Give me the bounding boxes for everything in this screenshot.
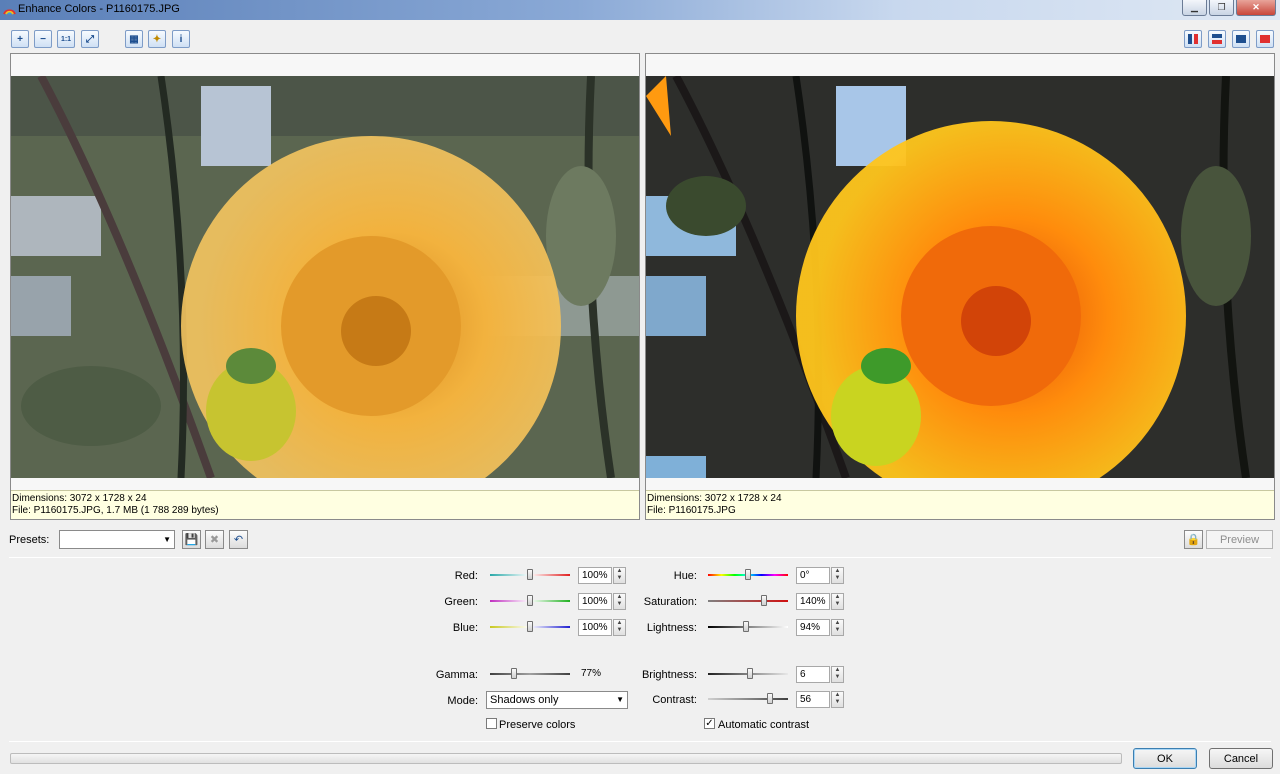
hsl-label-2: Lightness: xyxy=(646,622,697,634)
original-image[interactable] xyxy=(11,76,639,478)
ok-button[interactable]: OK xyxy=(1133,748,1197,769)
hsl-label-1: Saturation: xyxy=(643,596,697,608)
brightness-input[interactable]: 6 xyxy=(796,666,830,683)
save-icon: 💾 xyxy=(184,534,199,546)
chevron-down-icon: ▼ xyxy=(616,695,624,704)
original-image-panel: Dimensions: 3072 x 1728 x 24 File: P1160… xyxy=(10,53,640,520)
actual-size-button[interactable]: 1:1 xyxy=(57,30,75,48)
contrast-slider-thumb[interactable] xyxy=(767,693,774,704)
window-title: Enhance Colors - P1160175.JPG xyxy=(18,3,180,15)
save-preset-button[interactable]: 💾 xyxy=(182,530,201,549)
restore-button[interactable]: ❐ xyxy=(1209,0,1234,16)
zoom-out-icon: − xyxy=(40,33,46,45)
stacked-view-icon xyxy=(1212,34,1222,44)
rgb-slider-thumb-0[interactable] xyxy=(527,569,533,580)
preserve-colors-label[interactable]: Preserve colors xyxy=(499,719,575,731)
brightness-slider-thumb[interactable] xyxy=(747,668,754,679)
close-button[interactable]: ✕ xyxy=(1236,0,1276,16)
hsl-spinner-0[interactable]: ▲ ▼ xyxy=(831,567,844,584)
separator xyxy=(9,557,1271,558)
image-view-button[interactable]: ▦ xyxy=(125,30,143,48)
reset-button[interactable]: ↶ xyxy=(229,530,248,549)
hsl-value-input-0[interactable]: 0° xyxy=(796,567,830,584)
mode-value: Shadows only xyxy=(490,694,559,706)
lock-icon: 🔒 xyxy=(1186,534,1201,546)
preserve-colors-checkbox[interactable] xyxy=(486,718,497,729)
original-file-text: File: P1160175.JPG, 1.7 MB (1 788 289 by… xyxy=(12,505,219,516)
hsl-spinner-1[interactable]: ▲ ▼ xyxy=(831,593,844,610)
side-by-side-view-button[interactable] xyxy=(1184,30,1202,48)
hsl-slider-thumb-2[interactable] xyxy=(742,621,749,632)
zoom-in-button[interactable]: + xyxy=(11,30,29,48)
result-view-icon xyxy=(1260,35,1270,43)
mode-label: Mode: xyxy=(447,695,478,707)
hsl-spinner-2[interactable]: ▲ ▼ xyxy=(831,619,844,636)
image-view-icon: ▦ xyxy=(129,33,139,45)
actual-size-icon: 1:1 xyxy=(60,35,72,43)
rgb-label-2: Blue: xyxy=(452,622,478,634)
title-bar: Enhance Colors - P1160175.JPG ▁ ❐ ✕ xyxy=(0,0,1280,20)
contrast-slider[interactable] xyxy=(708,698,788,700)
side-by-side-icon xyxy=(1188,34,1198,44)
info-button[interactable]: i xyxy=(172,30,190,48)
rgb-label-1: Green: xyxy=(444,596,478,608)
chevron-down-icon: ▼ xyxy=(163,535,171,544)
zoom-in-icon: + xyxy=(17,33,23,45)
gamma-slider-thumb[interactable] xyxy=(511,668,517,679)
brightness-label: Brightness: xyxy=(641,669,697,681)
rgb-slider-thumb-1[interactable] xyxy=(527,595,533,606)
progress-bar xyxy=(10,753,1122,764)
automatic-contrast-checkbox[interactable]: ✓ xyxy=(704,718,715,729)
presets-label: Presets: xyxy=(9,534,50,546)
hsl-value-input-1[interactable]: 140% xyxy=(796,593,830,610)
preview-button[interactable]: Preview xyxy=(1206,530,1273,549)
contrast-input[interactable]: 56 xyxy=(796,691,830,708)
result-image[interactable] xyxy=(646,76,1274,478)
mode-dropdown[interactable]: Shadows only ▼ xyxy=(486,691,628,709)
hsl-value-input-2[interactable]: 94% xyxy=(796,619,830,636)
fit-window-button[interactable]: ⤢ xyxy=(81,30,99,48)
rgb-label-0: Red: xyxy=(454,570,478,582)
delete-preset-button[interactable]: ✖ xyxy=(205,530,224,549)
hsl-label-0: Hue: xyxy=(673,570,697,582)
app-rainbow-icon xyxy=(3,9,16,15)
fit-to-window-icon: ⤢ xyxy=(86,33,94,45)
result-image-panel: Dimensions: 3072 x 1728 x 24 File: P1160… xyxy=(645,53,1275,520)
brightness-spinner[interactable]: ▲ ▼ xyxy=(831,666,844,683)
result-info-bar: Dimensions: 3072 x 1728 x 24 File: P1160… xyxy=(646,490,1274,519)
zoom-out-button[interactable]: − xyxy=(34,30,52,48)
contrast-spinner[interactable]: ▲ ▼ xyxy=(831,691,844,708)
gamma-slider[interactable] xyxy=(490,673,570,675)
rgb-slider-thumb-2[interactable] xyxy=(527,621,533,632)
result-only-view-button[interactable] xyxy=(1256,30,1274,48)
lock-preview-button[interactable]: 🔒 xyxy=(1184,530,1203,549)
presets-dropdown[interactable]: ▼ xyxy=(59,530,175,549)
hsl-slider-1[interactable] xyxy=(708,600,788,602)
bottom-separator xyxy=(9,741,1271,742)
cancel-button[interactable]: Cancel xyxy=(1209,748,1273,769)
automatic-contrast-label[interactable]: Automatic contrast xyxy=(718,719,809,731)
result-dimensions-text: Dimensions: 3072 x 1728 x 24 xyxy=(647,493,782,504)
hsl-slider-thumb-1[interactable] xyxy=(761,595,767,606)
info-icon: i xyxy=(179,33,183,45)
original-view-icon xyxy=(1236,35,1246,43)
delete-icon: ✖ xyxy=(209,534,220,546)
original-info-bar: Dimensions: 3072 x 1728 x 24 File: P1160… xyxy=(11,490,639,519)
stacked-view-button[interactable] xyxy=(1208,30,1226,48)
highlight-button[interactable]: ✦ xyxy=(148,30,166,48)
hsl-slider-thumb-0[interactable] xyxy=(745,569,751,580)
gamma-value[interactable]: 77% xyxy=(578,666,604,683)
result-file-text: File: P1160175.JPG xyxy=(647,505,736,516)
gamma-label: Gamma: xyxy=(435,669,478,681)
minimize-button[interactable]: ▁ xyxy=(1182,0,1207,16)
highlight-icon: ✦ xyxy=(152,33,162,45)
original-only-view-button[interactable] xyxy=(1232,30,1250,48)
original-dimensions-text: Dimensions: 3072 x 1728 x 24 xyxy=(12,493,147,504)
undo-icon: ↶ xyxy=(233,534,244,546)
